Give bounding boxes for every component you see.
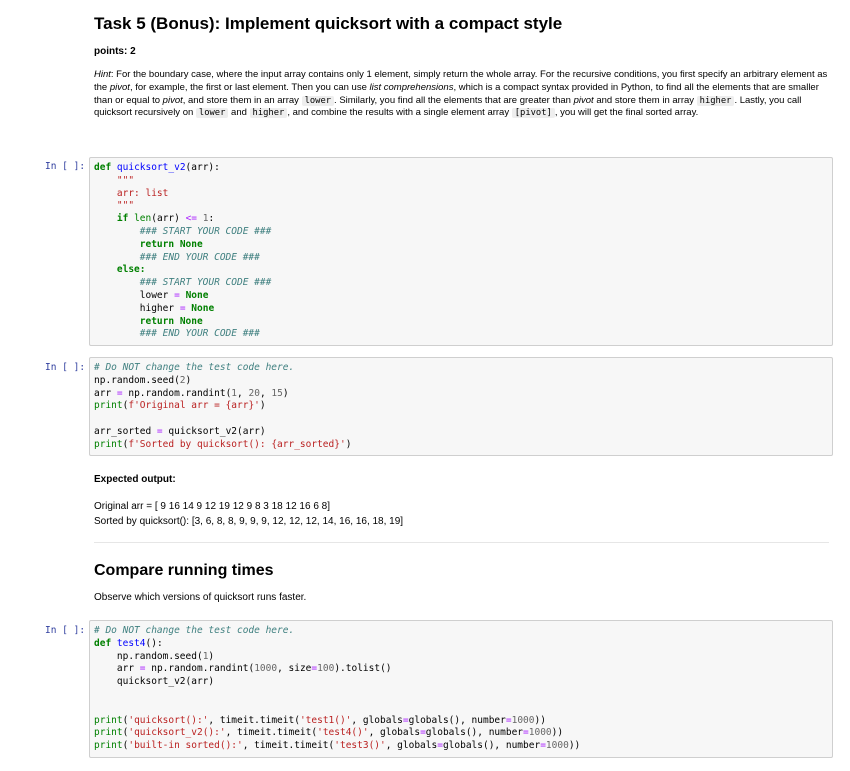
inline-code-lower: lower — [301, 95, 335, 106]
code-cell-test[interactable]: # Do NOT change the test code here. np.r… — [89, 357, 833, 456]
inline-code-lower: lower — [195, 108, 229, 119]
expected-output-label: Expected output: — [94, 474, 176, 485]
code-editor[interactable]: # Do NOT change the test code here. np.r… — [94, 362, 351, 452]
code-editor[interactable]: # Do NOT change the test code here. def … — [94, 625, 580, 753]
hint-text: , for example, the first or last element… — [129, 81, 370, 93]
code-cell-quicksort[interactable]: def quicksort_v2(arr): """ arr: list """… — [89, 157, 833, 346]
points-label: points: 2 — [94, 46, 136, 57]
hint-text: and — [231, 107, 247, 119]
hint-pivot: pivot — [109, 81, 130, 93]
section-title-compare: Compare running times — [94, 562, 274, 579]
hint-list-comprehensions: list comprehensions — [369, 81, 454, 93]
hint-pivot: pivot — [573, 94, 594, 106]
hint-label: Hint — [94, 69, 111, 80]
hint-text: , you will get the final sorted array. — [554, 107, 699, 119]
code-editor[interactable]: def quicksort_v2(arr): """ arr: list """… — [94, 162, 271, 341]
hint-text: . Similarly, you find all the elements t… — [334, 94, 574, 106]
expected-line-sorted: Sorted by quicksort(): [3, 6, 8, 8, 9, 9… — [94, 516, 404, 527]
divider — [94, 542, 829, 543]
cell-prompt: In [ ]: — [45, 625, 86, 636]
task-title: Task 5 (Bonus): Implement quicksort with… — [94, 14, 563, 33]
hint-pivot: pivot — [162, 94, 183, 106]
expected-line-original: Original arr = [ 9 16 14 9 12 19 12 9 8 … — [94, 501, 331, 512]
hint-text: , and combine the results with a single … — [287, 107, 512, 119]
inline-code-pivot-array: [pivot] — [511, 108, 555, 119]
compare-description: Observe which versions of quicksort runs… — [94, 592, 307, 603]
cell-prompt: In [ ]: — [45, 362, 86, 373]
inline-code-higher: higher — [249, 108, 288, 119]
cell-prompt: In [ ]: — [45, 161, 86, 172]
hint-text: and store them in array — [593, 94, 697, 106]
inline-code-higher: higher — [696, 95, 735, 106]
code-cell-timing[interactable]: # Do NOT change the test code here. def … — [89, 620, 833, 758]
hint-text: , and store them in an array — [182, 94, 302, 106]
hint-paragraph: Hint: For the boundary case, where the i… — [94, 69, 829, 120]
